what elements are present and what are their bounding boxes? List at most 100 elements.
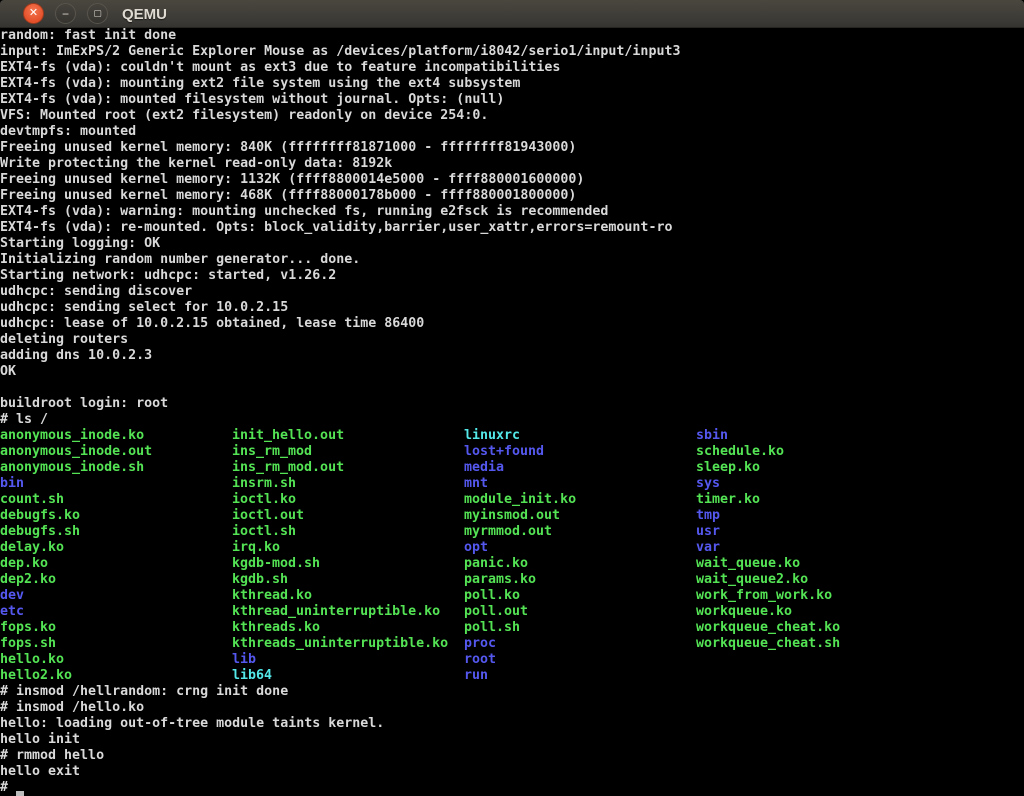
ls-row: hello.kolibroot bbox=[0, 652, 1024, 668]
file-entry: usr bbox=[696, 524, 928, 540]
log-line: EXT4-fs (vda): mounted filesystem withou… bbox=[0, 92, 1024, 108]
log-line: random: fast init done bbox=[0, 28, 1024, 44]
close-button[interactable]: ✕ bbox=[23, 3, 44, 24]
log-line: # ls / bbox=[0, 412, 1024, 428]
file-entry: kthread.ko bbox=[232, 588, 464, 604]
titlebar[interactable]: ✕ − ▢ QEMU bbox=[0, 0, 1024, 28]
file-entry: anonymous_inode.ko bbox=[0, 428, 232, 444]
file-entry: myinsmod.out bbox=[464, 508, 696, 524]
file-entry: media bbox=[464, 460, 696, 476]
file-entry: irq.ko bbox=[232, 540, 464, 556]
file-entry: anonymous_inode.sh bbox=[0, 460, 232, 476]
file-entry: myrmmod.out bbox=[464, 524, 696, 540]
maximize-button[interactable]: ▢ bbox=[87, 3, 108, 24]
log-line: hello: loading out-of-tree module taints… bbox=[0, 716, 1024, 732]
log-line bbox=[0, 380, 1024, 396]
file-entry: workqueue_cheat.ko bbox=[696, 620, 928, 636]
file-entry bbox=[696, 668, 928, 684]
log-line: adding dns 10.0.2.3 bbox=[0, 348, 1024, 364]
ls-row: devkthread.kopoll.kowork_from_work.ko bbox=[0, 588, 1024, 604]
close-icon: ✕ bbox=[29, 8, 38, 19]
log-line: Freeing unused kernel memory: 840K (ffff… bbox=[0, 140, 1024, 156]
file-entry: proc bbox=[464, 636, 696, 652]
file-entry: hello2.ko bbox=[0, 668, 232, 684]
file-entry: schedule.ko bbox=[696, 444, 928, 460]
log-line: udhcpc: sending select for 10.0.2.15 bbox=[0, 300, 1024, 316]
ls-output: anonymous_inode.koinit_hello.outlinuxrcs… bbox=[0, 428, 1024, 684]
file-entry: opt bbox=[464, 540, 696, 556]
file-entry: kthreads.ko bbox=[232, 620, 464, 636]
file-entry: sleep.ko bbox=[696, 460, 928, 476]
log-line: # insmod /hello.ko bbox=[0, 700, 1024, 716]
file-entry: kgdb-mod.sh bbox=[232, 556, 464, 572]
terminal-screen[interactable]: random: fast init doneinput: ImExPS/2 Ge… bbox=[0, 28, 1024, 796]
ls-row: anonymous_inode.shins_rm_mod.outmediasle… bbox=[0, 460, 1024, 476]
log-line: EXT4-fs (vda): warning: mounting uncheck… bbox=[0, 204, 1024, 220]
file-entry: delay.ko bbox=[0, 540, 232, 556]
log-line: udhcpc: lease of 10.0.2.15 obtained, lea… bbox=[0, 316, 1024, 332]
log-line: Starting network: udhcpc: started, v1.26… bbox=[0, 268, 1024, 284]
log-line: EXT4-fs (vda): re-mounted. Opts: block_v… bbox=[0, 220, 1024, 236]
log-line: OK bbox=[0, 364, 1024, 380]
file-entry: ioctl.out bbox=[232, 508, 464, 524]
log-line: EXT4-fs (vda): mounting ext2 file system… bbox=[0, 76, 1024, 92]
log-line: Write protecting the kernel read-only da… bbox=[0, 156, 1024, 172]
file-entry: debugfs.ko bbox=[0, 508, 232, 524]
file-entry: panic.ko bbox=[464, 556, 696, 572]
file-entry: lib bbox=[232, 652, 464, 668]
minimize-icon: − bbox=[62, 8, 69, 20]
file-entry: debugfs.sh bbox=[0, 524, 232, 540]
file-entry: kthread_uninterruptible.ko bbox=[232, 604, 464, 620]
file-entry: insrm.sh bbox=[232, 476, 464, 492]
file-entry: poll.out bbox=[464, 604, 696, 620]
ls-row: etckthread_uninterruptible.kopoll.outwor… bbox=[0, 604, 1024, 620]
file-entry: count.sh bbox=[0, 492, 232, 508]
minimize-button[interactable]: − bbox=[55, 3, 76, 24]
file-entry: ioctl.sh bbox=[232, 524, 464, 540]
file-entry: dep2.ko bbox=[0, 572, 232, 588]
ls-row: hello2.kolib64run bbox=[0, 668, 1024, 684]
file-entry: kgdb.sh bbox=[232, 572, 464, 588]
post-log: # insmod /hellrandom: crng init done# in… bbox=[0, 684, 1024, 780]
log-line: Freeing unused kernel memory: 468K (ffff… bbox=[0, 188, 1024, 204]
log-line: Starting logging: OK bbox=[0, 236, 1024, 252]
file-entry: linuxrc bbox=[464, 428, 696, 444]
file-entry: fops.ko bbox=[0, 620, 232, 636]
file-entry: fops.sh bbox=[0, 636, 232, 652]
log-line: input: ImExPS/2 Generic Explorer Mouse a… bbox=[0, 44, 1024, 60]
file-entry: sys bbox=[696, 476, 928, 492]
ls-row: debugfs.koioctl.outmyinsmod.outtmp bbox=[0, 508, 1024, 524]
file-entry: init_hello.out bbox=[232, 428, 464, 444]
log-line: hello init bbox=[0, 732, 1024, 748]
file-entry: ins_rm_mod bbox=[232, 444, 464, 460]
file-entry: run bbox=[464, 668, 696, 684]
text-cursor bbox=[16, 780, 24, 796]
file-entry: bin bbox=[0, 476, 232, 492]
boot-log: random: fast init doneinput: ImExPS/2 Ge… bbox=[0, 28, 1024, 428]
file-entry: lost+found bbox=[464, 444, 696, 460]
log-line: Initializing random number generator... … bbox=[0, 252, 1024, 268]
file-entry: poll.ko bbox=[464, 588, 696, 604]
shell-prompt: # bbox=[0, 780, 16, 795]
file-entry: kthreads_uninterruptible.ko bbox=[232, 636, 464, 652]
ls-row: fops.kokthreads.kopoll.shworkqueue_cheat… bbox=[0, 620, 1024, 636]
maximize-icon: ▢ bbox=[93, 9, 102, 18]
log-line: hello exit bbox=[0, 764, 1024, 780]
file-entry: workqueue.ko bbox=[696, 604, 928, 620]
file-entry: ioctl.ko bbox=[232, 492, 464, 508]
ls-row: delay.koirq.kooptvar bbox=[0, 540, 1024, 556]
qemu-window: ✕ − ▢ QEMU random: fast init doneinput: … bbox=[0, 0, 1024, 796]
ls-row: dep2.kokgdb.shparams.kowait_queue2.ko bbox=[0, 572, 1024, 588]
file-entry: poll.sh bbox=[464, 620, 696, 636]
log-line: VFS: Mounted root (ext2 filesystem) read… bbox=[0, 108, 1024, 124]
file-entry: wait_queue2.ko bbox=[696, 572, 928, 588]
ls-row: count.shioctl.komodule_init.kotimer.ko bbox=[0, 492, 1024, 508]
log-line: Freeing unused kernel memory: 1132K (fff… bbox=[0, 172, 1024, 188]
file-entry: etc bbox=[0, 604, 232, 620]
ls-row: anonymous_inode.koinit_hello.outlinuxrcs… bbox=[0, 428, 1024, 444]
log-line: deleting routers bbox=[0, 332, 1024, 348]
file-entry: module_init.ko bbox=[464, 492, 696, 508]
window-title: QEMU bbox=[122, 0, 167, 28]
file-entry: wait_queue.ko bbox=[696, 556, 928, 572]
log-line: udhcpc: sending discover bbox=[0, 284, 1024, 300]
